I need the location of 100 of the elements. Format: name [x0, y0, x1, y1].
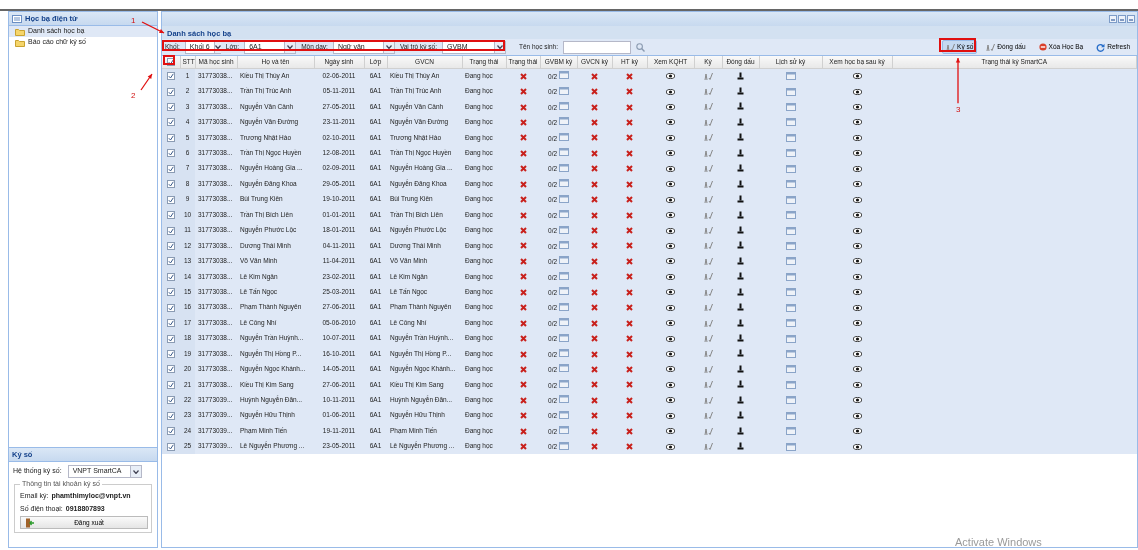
- history-icon[interactable]: [785, 118, 796, 127]
- history-icon[interactable]: [785, 319, 796, 328]
- eye-icon[interactable]: [852, 304, 862, 311]
- eye-icon[interactable]: [666, 242, 675, 249]
- eye-icon[interactable]: [666, 304, 675, 311]
- history-icon[interactable]: [785, 288, 796, 297]
- pen-check-icon[interactable]: [703, 133, 713, 143]
- history-icon[interactable]: [785, 164, 796, 173]
- eye-icon[interactable]: [666, 150, 675, 157]
- eye-icon[interactable]: [666, 273, 675, 280]
- checkbox[interactable]: [167, 164, 175, 173]
- eye-icon[interactable]: [852, 150, 862, 157]
- eye-icon[interactable]: [666, 134, 675, 141]
- eye-icon[interactable]: [852, 443, 862, 450]
- stamp-icon[interactable]: [737, 395, 744, 405]
- stamp-icon[interactable]: [737, 117, 744, 127]
- stamp-icon[interactable]: [737, 148, 744, 158]
- checkbox[interactable]: [167, 87, 175, 96]
- checkbox[interactable]: [167, 149, 175, 158]
- eye-icon[interactable]: [666, 212, 675, 219]
- checkbox[interactable]: [167, 241, 175, 250]
- eye-icon[interactable]: [666, 412, 675, 419]
- stamp-icon[interactable]: [737, 164, 744, 174]
- pen-check-icon[interactable]: [703, 195, 713, 205]
- pen-check-icon[interactable]: [703, 272, 713, 282]
- pen-check-icon[interactable]: [703, 287, 713, 297]
- pen-check-icon[interactable]: [703, 334, 713, 344]
- pen-check-icon[interactable]: [703, 71, 713, 81]
- stamp-icon[interactable]: [737, 133, 744, 143]
- stamp-icon[interactable]: [737, 71, 744, 81]
- stamp-icon[interactable]: [737, 87, 744, 97]
- eye-icon[interactable]: [852, 397, 862, 404]
- pen-check-icon[interactable]: [703, 102, 713, 112]
- checkbox[interactable]: [167, 72, 175, 81]
- eye-icon[interactable]: [666, 165, 675, 172]
- eye-icon[interactable]: [852, 165, 862, 172]
- pen-check-icon[interactable]: [703, 364, 713, 374]
- history-icon[interactable]: [785, 133, 796, 142]
- eye-icon[interactable]: [666, 381, 675, 388]
- eye-icon[interactable]: [666, 73, 675, 80]
- history-icon[interactable]: [785, 103, 796, 111]
- checkbox[interactable]: [167, 442, 175, 451]
- history-icon[interactable]: [785, 365, 796, 374]
- stamp-icon[interactable]: [737, 364, 744, 374]
- checkbox[interactable]: [167, 272, 175, 281]
- stamp-icon[interactable]: [737, 195, 744, 205]
- stamp-icon[interactable]: [737, 241, 744, 251]
- checkbox[interactable]: [167, 411, 175, 420]
- eye-icon[interactable]: [666, 88, 675, 95]
- history-icon[interactable]: [785, 303, 796, 312]
- history-icon[interactable]: [785, 241, 796, 250]
- pen-check-icon[interactable]: [703, 179, 713, 189]
- stamp-icon[interactable]: [737, 272, 744, 282]
- history-icon[interactable]: [785, 380, 796, 389]
- stamp-icon[interactable]: [737, 349, 744, 359]
- pen-check-icon[interactable]: [703, 117, 713, 127]
- stamp-icon[interactable]: [737, 318, 744, 328]
- eye-icon[interactable]: [666, 289, 675, 296]
- eye-icon[interactable]: [852, 381, 862, 388]
- minimize-icon[interactable]: [1109, 15, 1117, 23]
- checkbox[interactable]: [167, 133, 175, 142]
- checkbox[interactable]: [167, 195, 175, 204]
- eye-icon[interactable]: [666, 320, 675, 327]
- stamp-icon[interactable]: [737, 226, 744, 235]
- pen-check-icon[interactable]: [703, 226, 713, 235]
- history-icon[interactable]: [785, 257, 796, 266]
- stamp-icon[interactable]: [737, 334, 744, 344]
- eye-icon[interactable]: [666, 119, 675, 126]
- checkbox[interactable]: [167, 380, 175, 389]
- stamp-icon[interactable]: [737, 426, 744, 436]
- pen-check-icon[interactable]: [703, 442, 713, 452]
- stamp-icon[interactable]: [737, 380, 744, 390]
- eye-icon[interactable]: [852, 181, 862, 188]
- eye-icon[interactable]: [666, 428, 675, 435]
- stamp-icon[interactable]: [737, 179, 744, 189]
- history-icon[interactable]: [785, 226, 796, 235]
- eye-icon[interactable]: [852, 351, 862, 357]
- checkbox[interactable]: [167, 396, 175, 405]
- stamp-icon[interactable]: [737, 442, 744, 452]
- history-icon[interactable]: [785, 272, 796, 281]
- eye-icon[interactable]: [852, 227, 862, 234]
- eye-icon[interactable]: [666, 196, 675, 203]
- history-icon[interactable]: [785, 195, 796, 204]
- pen-check-icon[interactable]: [703, 256, 713, 266]
- eye-icon[interactable]: [666, 335, 675, 342]
- pen-check-icon[interactable]: [703, 303, 713, 313]
- history-icon[interactable]: [785, 211, 796, 220]
- pen-check-icon[interactable]: [703, 148, 713, 158]
- eye-icon[interactable]: [852, 212, 862, 219]
- search-icon[interactable]: [636, 42, 645, 52]
- eye-icon[interactable]: [852, 273, 862, 280]
- history-icon[interactable]: [785, 180, 796, 189]
- checkbox[interactable]: [167, 226, 175, 235]
- eye-icon[interactable]: [666, 351, 675, 357]
- eye-icon[interactable]: [852, 104, 862, 110]
- checkbox[interactable]: [167, 427, 175, 436]
- stamp-icon[interactable]: [737, 303, 744, 313]
- history-icon[interactable]: [785, 334, 796, 343]
- checkbox[interactable]: [167, 319, 175, 328]
- stamp-icon[interactable]: [737, 102, 744, 112]
